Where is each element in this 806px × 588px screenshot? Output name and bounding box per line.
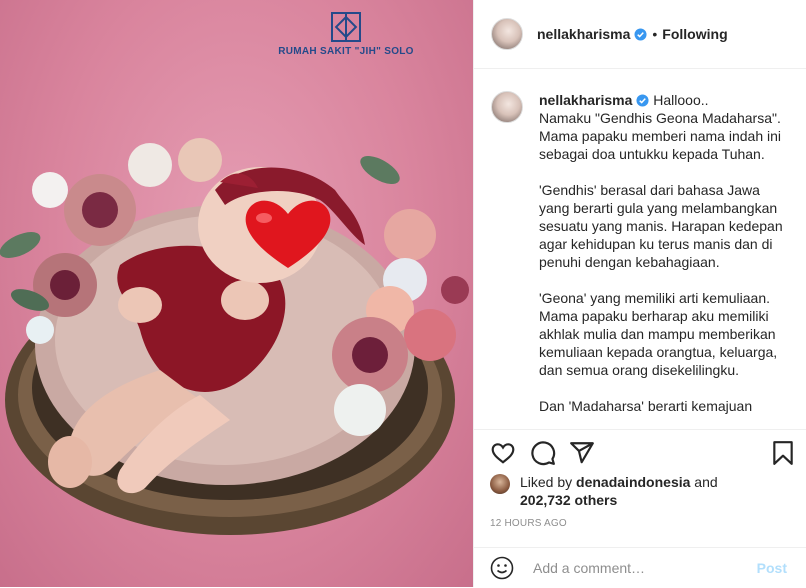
caption-author-avatar[interactable] [491,91,523,123]
comment-bar: Post [474,547,806,588]
author-username[interactable]: nellakharisma [537,26,630,42]
post-header: nellakharisma • Following [474,0,806,69]
hospital-logo-icon [331,12,361,42]
post-comment-button[interactable]: Post [751,559,793,577]
comment-icon[interactable] [530,440,556,466]
likes-summary: Liked by denadaindonesia and 202,732 othe… [490,473,800,509]
newborn-photo-illustration [0,138,469,535]
post-timestamp[interactable]: 12 HOURS AGO [490,518,567,529]
header-separator: • [652,26,658,42]
likes-joiner: and [690,474,718,490]
heart-icon[interactable] [490,440,516,466]
caption-verified-badge-icon [636,94,649,107]
post-photo[interactable]: RUMAH SAKIT "JIH" SOLO [0,0,473,587]
verified-badge-icon [634,27,647,41]
share-icon[interactable] [569,440,595,466]
likes-text: Liked by denadaindonesia and 202,732 othe… [520,473,718,509]
liker-avatar[interactable] [490,474,510,494]
instagram-post-modal: RUMAH SAKIT "JIH" SOLO nellakharisma • F… [0,0,806,587]
following-button[interactable]: Following [662,26,727,42]
first-liker-username[interactable]: denadaindonesia [576,474,690,490]
hospital-logo: RUMAH SAKIT "JIH" SOLO [275,12,417,57]
hospital-logo-text: RUMAH SAKIT "JIH" SOLO [278,46,414,57]
caption-scroll-area[interactable]: nellakharisma Hallooo.. Namaku "Gendhis … [474,69,806,429]
likes-prefix: Liked by [520,474,577,490]
caption-body: Hallooo.. Namaku "Gendhis Geona Madahars… [539,92,783,414]
caption-username[interactable]: nellakharisma [539,92,632,108]
bookmark-icon[interactable] [770,440,796,466]
likes-count[interactable]: 202,732 others [520,492,617,508]
caption-row: nellakharisma Hallooo.. Namaku "Gendhis … [474,69,806,415]
post-sidebar: nellakharisma • Following nellakharisma … [473,0,806,587]
emoji-icon[interactable] [490,556,514,580]
author-avatar[interactable] [491,18,523,50]
comment-input[interactable] [531,559,755,577]
caption-text: nellakharisma Hallooo.. Namaku "Gendhis … [539,91,789,415]
